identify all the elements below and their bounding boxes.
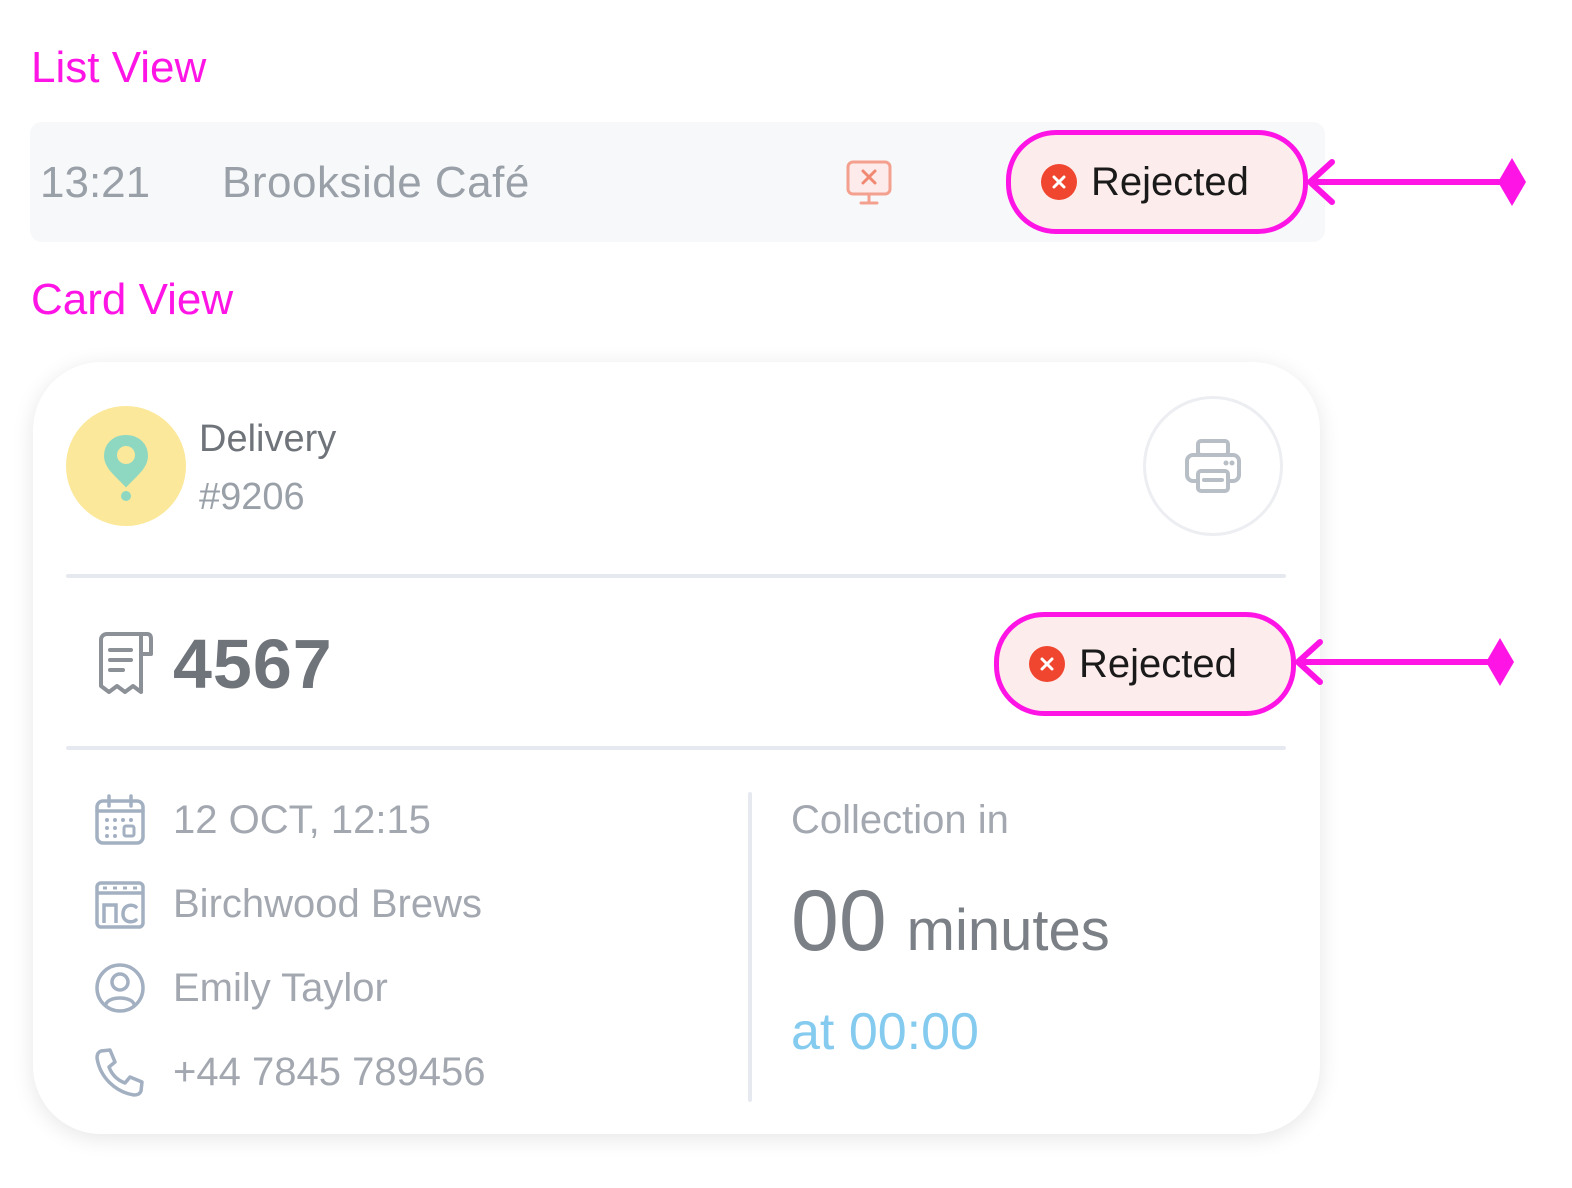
collection-label: Collection in [791, 798, 1009, 842]
close-circle-icon [1041, 164, 1077, 200]
customer-name: Emily Taylor [173, 965, 388, 1010]
divider [66, 574, 1286, 578]
status-badge: Rejected [994, 612, 1296, 716]
close-circle-icon [1029, 646, 1065, 682]
user-circle-icon [95, 963, 145, 1013]
order-time: 13:21 [40, 158, 151, 207]
detail-phone: +44 7845 789456 [93, 1044, 486, 1100]
receipt-icon [99, 632, 153, 694]
print-button[interactable] [1143, 396, 1283, 536]
list-view-label: List View [31, 43, 207, 92]
order-reference: #9206 [199, 476, 305, 518]
order-card[interactable]: Delivery #9206 4567 12 OCT, 12:15 Birchw… [33, 362, 1320, 1134]
vertical-divider [748, 792, 752, 1102]
collection-time: at 00:00 [791, 1003, 979, 1061]
order-number: 4567 [173, 625, 333, 703]
card-view-label: Card View [31, 275, 234, 324]
detail-venue: Birchwood Brews [93, 876, 482, 932]
delivery-avatar [66, 406, 186, 526]
order-type: Delivery [199, 418, 337, 460]
order-date: 12 OCT, 12:15 [173, 797, 431, 842]
location-pin-icon [103, 434, 149, 501]
status-badge: Rejected [1006, 130, 1308, 234]
collection-countdown: 00 minutes [791, 872, 1110, 971]
venue-name: Brookside Café [222, 158, 530, 207]
venue-name: Birchwood Brews [173, 881, 483, 926]
phone-icon [95, 1048, 144, 1097]
minutes-unit: minutes [906, 898, 1110, 963]
status-label: Rejected [1079, 641, 1237, 686]
store-icon [95, 881, 145, 929]
customer-phone: +44 7845 789456 [173, 1049, 486, 1094]
minutes-value: 00 [791, 873, 887, 969]
annotation-arrow [1307, 158, 1526, 206]
annotation-arrow [1295, 638, 1514, 686]
divider [66, 746, 1286, 750]
status-label: Rejected [1091, 159, 1249, 204]
printer-icon [1185, 439, 1241, 493]
detail-customer: Emily Taylor [93, 960, 388, 1016]
calendar-icon [95, 794, 145, 845]
screen-x-icon [846, 160, 892, 205]
detail-date: 12 OCT, 12:15 [93, 792, 431, 848]
